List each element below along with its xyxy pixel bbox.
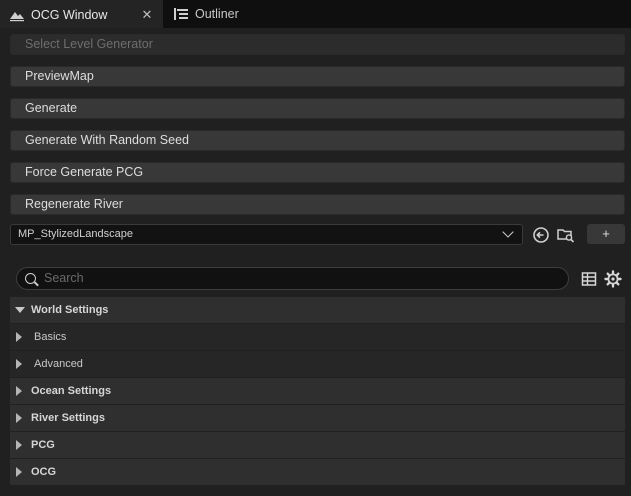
chevron-right-icon [16, 413, 22, 423]
preview-map-button[interactable]: PreviewMap [10, 66, 625, 87]
category-world-settings[interactable]: World Settings [10, 297, 625, 323]
subcategory-basics[interactable]: Basics [10, 324, 625, 350]
search-icon [25, 273, 36, 284]
chevron-down-icon [502, 226, 514, 238]
force-generate-pcg-button[interactable]: Force Generate PCG [10, 162, 625, 183]
chevron-right-icon [16, 467, 22, 477]
generate-button[interactable]: Generate [10, 98, 625, 119]
table-view-icon[interactable] [580, 270, 600, 290]
browse-folder-icon[interactable] [556, 225, 576, 245]
search-input[interactable]: Search [16, 267, 569, 290]
asset-picker-combo[interactable]: MP_StylizedLandscape [10, 224, 523, 245]
tab-outliner[interactable]: Outliner [164, 0, 274, 28]
category-pcg[interactable]: PCG [10, 432, 625, 458]
chevron-right-icon [16, 440, 22, 450]
search-placeholder: Search [44, 271, 84, 285]
tab-label: Outliner [195, 7, 239, 21]
tab-bar: OCG Window ✕ Outliner [0, 0, 631, 28]
select-level-generator-button[interactable]: Select Level Generator [10, 34, 625, 55]
generate-random-seed-button[interactable]: Generate With Random Seed [10, 130, 625, 151]
category-ocean-settings[interactable]: Ocean Settings [10, 378, 625, 404]
outliner-icon [173, 7, 189, 21]
gear-icon[interactable] [603, 269, 623, 289]
category-river-settings[interactable]: River Settings [10, 405, 625, 431]
regenerate-river-button[interactable]: Regenerate River [10, 194, 625, 215]
level-editor-icon [9, 8, 25, 22]
category-ocg[interactable]: OCG [10, 459, 625, 485]
tab-ocg-window[interactable]: OCG Window ✕ [0, 0, 163, 28]
add-button[interactable]: + [587, 224, 625, 244]
tab-label: OCG Window [31, 8, 108, 22]
close-icon[interactable]: ✕ [140, 7, 154, 23]
ocg-window-panel: Select Level Generator PreviewMap Genera… [0, 28, 631, 496]
use-selected-asset-icon[interactable] [531, 225, 551, 245]
chevron-down-icon [15, 307, 25, 313]
subcategory-advanced[interactable]: Advanced [10, 351, 625, 377]
asset-picker-value: MP_StylizedLandscape [18, 228, 133, 240]
chevron-right-icon [16, 332, 22, 342]
chevron-right-icon [16, 359, 22, 369]
chevron-right-icon [16, 386, 22, 396]
